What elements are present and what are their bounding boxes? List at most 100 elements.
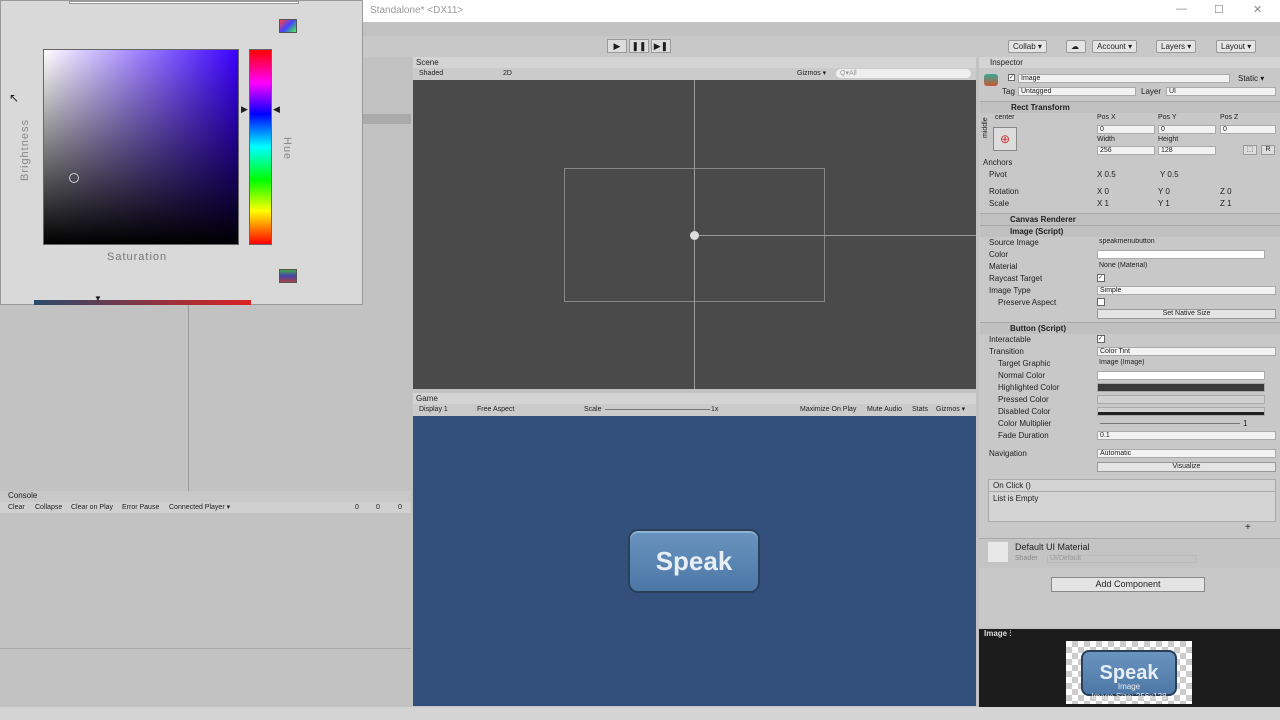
pos-y-field[interactable]: 0 (1158, 125, 1216, 134)
hue-marker-right[interactable]: ◀ (273, 104, 280, 115)
cloud-icon[interactable]: ☁ (1066, 40, 1086, 53)
pivot-handle[interactable] (690, 231, 699, 240)
add-component-button[interactable]: Add Component (1051, 577, 1205, 592)
width-field[interactable]: 256 (1097, 146, 1155, 155)
maximize-icon[interactable]: ☐ (1214, 3, 1224, 16)
rot-z-field[interactable]: Z 0 (1220, 187, 1232, 196)
visualize-button[interactable]: Visualize (1097, 462, 1276, 472)
scale-slider[interactable] (605, 409, 710, 410)
tab-game[interactable]: Game (416, 394, 438, 403)
pivot-y-field[interactable]: Y 0.5 (1160, 170, 1179, 179)
scene-view[interactable] (413, 80, 976, 389)
rot-x-field[interactable]: X 0 (1097, 187, 1109, 196)
anchor-preset-icon[interactable]: ⊕ (993, 127, 1017, 151)
image-script-header[interactable]: Image (Script) (980, 225, 1280, 237)
scale-z-field[interactable]: Z 1 (1220, 199, 1232, 208)
tab-console[interactable]: Console (0, 491, 37, 500)
sv-cursor[interactable] (69, 173, 79, 183)
shader-label: Shader (1015, 555, 1038, 562)
mute-audio-button[interactable]: Mute Audio (867, 404, 902, 416)
collab-button[interactable]: Collab ▾ (1008, 40, 1047, 53)
palette-icon[interactable] (279, 269, 297, 283)
target-graphic-field[interactable]: Image (Image) (1097, 359, 1265, 368)
button-script-header[interactable]: Button (Script) (980, 322, 1280, 334)
raycast-checkbox[interactable]: ✓ (1097, 274, 1105, 282)
maximize-on-play-button[interactable]: Maximize On Play (800, 404, 856, 416)
set-native-size-button[interactable]: Set Native Size (1097, 309, 1276, 319)
rect-transform-header[interactable]: Rect Transform (980, 101, 1280, 113)
shader-dropdown[interactable]: UI/Default (1047, 555, 1197, 563)
preset-bar[interactable] (34, 300, 251, 305)
color-multiplier-slider[interactable] (1100, 423, 1240, 424)
transition-dropdown[interactable]: Color Tint (1097, 347, 1276, 356)
fade-duration-field[interactable]: 0.1 (1097, 431, 1276, 440)
scene-gizmos-button[interactable]: Gizmos ▾ (797, 68, 826, 80)
console-error-pause-button[interactable]: Error Pause (122, 502, 159, 513)
console-connected-player-button[interactable]: Connected Player ▾ (169, 502, 230, 513)
console-log-count[interactable]: 0 (355, 502, 359, 513)
blueprint-mode-icon[interactable]: ⬚ (1243, 145, 1257, 155)
play-button[interactable]: ▶ (607, 39, 627, 53)
tab-scene[interactable]: Scene (416, 58, 439, 67)
console-error-count[interactable]: 0 (398, 502, 402, 513)
console-clear-button[interactable]: Clear (8, 502, 25, 513)
color-field[interactable] (1097, 250, 1265, 259)
anchors-foldout[interactable]: Anchors (983, 158, 1012, 167)
interactable-checkbox[interactable]: ✓ (1097, 335, 1105, 343)
height-field[interactable]: 128 (1158, 146, 1216, 155)
pivot-x-field[interactable]: X 0.5 (1097, 170, 1116, 179)
scene-tab-bar: Scene (413, 57, 976, 68)
preserve-aspect-checkbox[interactable] (1097, 298, 1105, 306)
disabled-color-field[interactable] (1097, 407, 1265, 416)
scale-y-field[interactable]: Y 1 (1158, 199, 1170, 208)
hue-slider[interactable] (249, 49, 272, 245)
image-type-dropdown[interactable]: Simple (1097, 286, 1276, 295)
game-gizmos-button[interactable]: Gizmos ▾ (936, 404, 965, 416)
aspect-dropdown[interactable]: Free Aspect (477, 404, 514, 416)
highlighted-color-field[interactable] (1097, 383, 1265, 392)
console-clear-on-play-button[interactable]: Clear on Play (71, 502, 113, 513)
tag-dropdown[interactable]: Untagged (1018, 87, 1136, 96)
disabled-color-label: Disabled Color (998, 407, 1051, 416)
object-name-field[interactable]: Image (1018, 74, 1230, 83)
saturation-brightness-box[interactable] (43, 49, 239, 245)
active-checkbox[interactable]: ✓ (1008, 74, 1015, 81)
hue-marker-left[interactable]: ▶ (241, 104, 248, 115)
console-collapse-button[interactable]: Collapse (35, 502, 62, 513)
layers-button[interactable]: Layers ▾ (1156, 40, 1197, 53)
width-label: Width (1097, 136, 1115, 143)
scale-x-field[interactable]: X 1 (1097, 199, 1109, 208)
scene-search-input[interactable]: Q▾All (836, 69, 971, 78)
account-button[interactable]: Account ▾ (1092, 40, 1138, 53)
stats-button[interactable]: Stats (912, 404, 928, 416)
slider-mode-icon[interactable] (279, 19, 297, 33)
color-multiplier-value[interactable]: 1 (1243, 419, 1247, 428)
close-icon[interactable]: ✕ (1253, 3, 1262, 16)
layer-dropdown[interactable]: UI (1166, 87, 1276, 96)
shading-dropdown[interactable]: Shaded (419, 68, 443, 80)
mode-2d-button[interactable]: 2D (503, 68, 512, 80)
normal-color-field[interactable] (1097, 371, 1265, 380)
canvas-renderer-header[interactable]: Canvas Renderer (980, 213, 1280, 225)
pressed-color-field[interactable] (1097, 395, 1265, 404)
add-event-icon[interactable]: + (1245, 522, 1251, 533)
minimize-icon[interactable]: — (1176, 3, 1187, 15)
raw-edit-button[interactable]: R (1261, 145, 1275, 155)
color-swatch[interactable] (69, 1, 299, 4)
display-dropdown[interactable]: Display 1 (419, 404, 448, 416)
pause-button[interactable]: ❚❚ (629, 39, 649, 53)
material-field[interactable]: None (Material) (1097, 262, 1265, 271)
source-image-field[interactable]: speakmenubutton (1097, 238, 1265, 247)
rot-y-field[interactable]: Y 0 (1158, 187, 1170, 196)
layout-button[interactable]: Layout ▾ (1216, 40, 1257, 53)
speak-button[interactable]: Speak (628, 529, 760, 593)
pos-z-field[interactable]: 0 (1220, 125, 1276, 134)
preset-marker[interactable]: ▼ (94, 294, 102, 303)
console-warning-count[interactable]: 0 (376, 502, 380, 513)
tab-inspector[interactable]: Inspector (982, 58, 1023, 67)
static-dropdown[interactable]: Static ▾ (1238, 74, 1264, 83)
pos-x-field[interactable]: 0 (1097, 125, 1155, 134)
navigation-dropdown[interactable]: Automatic (1097, 449, 1276, 458)
preview-tab[interactable]: Image ⫶ (984, 629, 1011, 639)
step-button[interactable]: ▶❚ (651, 39, 671, 53)
